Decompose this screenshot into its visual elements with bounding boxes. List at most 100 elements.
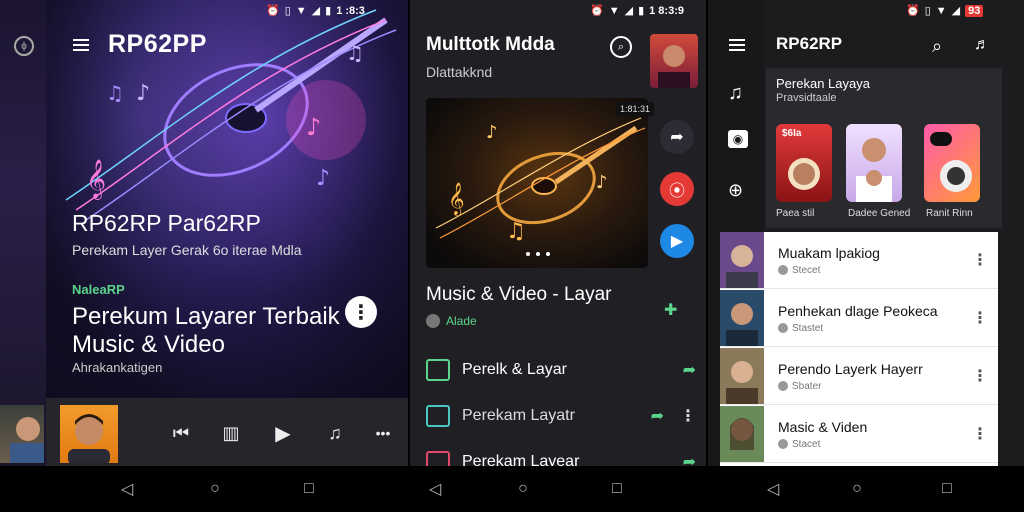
app-title: RP62PP — [108, 30, 207, 58]
page-subtitle: Dlattakknd — [426, 64, 493, 80]
app-title: RP62RP — [776, 34, 843, 53]
svg-text:♫: ♫ — [346, 41, 364, 65]
list-item-label: Perekam Layear — [462, 453, 580, 466]
status-time: 1 8:3:9 — [649, 4, 684, 17]
menu-icon[interactable] — [72, 38, 90, 52]
tile-badge: $6Ia — [782, 128, 802, 139]
status-bar: ⏰ ▼ ◢ ▮ 1 8:3:9 — [590, 4, 684, 18]
more-vertical-icon[interactable]: ⋮ — [680, 406, 696, 426]
signal-icon: ◢ — [311, 5, 321, 17]
back-icon[interactable]: ◁ — [116, 478, 138, 500]
item-subtitle: Stecet — [792, 264, 821, 276]
image-icon — [426, 451, 450, 466]
list-item-label: Perelk & Layar — [462, 361, 567, 378]
battery-icon: ▮ — [325, 5, 332, 17]
search-icon[interactable]: ⌕ — [610, 36, 632, 58]
playlist-icon[interactable]: ♬ — [974, 36, 990, 54]
playlist-tile[interactable]: $6Ia — [776, 124, 832, 202]
wifi-icon: ▼ — [608, 4, 620, 17]
list-item-label: Perekam Layatr — [462, 407, 575, 424]
list-item[interactable]: Perekam Layear ➦ — [426, 448, 696, 466]
more-horizontal-icon[interactable]: ••• — [368, 418, 398, 448]
side-strip: ϕ — [0, 0, 46, 466]
recents-icon[interactable]: □ — [936, 478, 958, 500]
alarm-icon: ⏰ — [266, 5, 280, 17]
item-title: Perendo Layerk Hayerr — [778, 360, 923, 377]
channel-chip[interactable]: Alade — [426, 314, 477, 328]
image-icon — [426, 359, 450, 381]
channel-avatar — [426, 314, 440, 328]
more-vertical-icon[interactable]: ⋮ — [972, 366, 988, 386]
side-thumbnail[interactable] — [0, 405, 46, 465]
category-tag: NaleaRP — [72, 282, 125, 297]
share-icon[interactable]: ➦ — [683, 360, 696, 380]
list-item[interactable]: Perekam Layatr ➦ ⋮ — [426, 402, 696, 430]
headline: Perekum Layarer Terbaik Music & Video — [72, 303, 340, 358]
avatar — [720, 406, 764, 462]
item-title: Muakam lpakiog — [778, 244, 880, 261]
queue-icon[interactable]: ▥ — [216, 418, 246, 448]
card-title: Perekan Layaya — [776, 76, 870, 91]
page-title: Multtotk Mdda — [426, 34, 555, 55]
playlist-tile[interactable] — [924, 124, 980, 202]
back-icon[interactable]: ◁ — [762, 478, 784, 500]
list-item[interactable]: Penhekan dlage Peokeca Stastet ⋮ — [720, 290, 998, 347]
recents-icon[interactable]: □ — [298, 478, 320, 500]
channel-icon — [778, 381, 788, 391]
menu-icon[interactable] — [728, 38, 746, 52]
item-title: Masic & Viden — [778, 418, 868, 435]
search-icon[interactable]: ⌕ — [932, 36, 942, 57]
image-icon — [426, 405, 450, 427]
list-item[interactable]: Muakam lpakiog Stecet ⋮ — [720, 232, 998, 289]
card-subtitle: Pravsidtaale — [776, 92, 837, 104]
section-title: Music & Video - Layar — [426, 284, 612, 305]
channel-icon — [778, 265, 788, 275]
channel-icon — [778, 323, 788, 333]
home-icon[interactable]: ○ — [512, 478, 534, 500]
signal-icon: ◢ — [624, 5, 634, 17]
battery-icon: ▮ — [638, 5, 645, 17]
home-icon[interactable]: ○ — [846, 478, 868, 500]
share-icon[interactable]: ➦ — [651, 406, 664, 426]
music-note-icon[interactable]: ♫ — [728, 82, 743, 105]
recents-icon[interactable]: □ — [606, 478, 628, 500]
play-icon[interactable]: ▶ — [268, 418, 298, 448]
previous-icon[interactable]: ⏮ — [166, 418, 196, 448]
camera-icon[interactable]: ◉ — [728, 130, 748, 148]
svg-text:♫: ♫ — [506, 219, 526, 244]
hero-subtitle: Perekam Layer Gerak 6o iterae Mdla — [72, 242, 302, 258]
avatar[interactable] — [650, 34, 698, 88]
back-icon[interactable]: ◁ — [424, 478, 446, 500]
playlist-tile[interactable] — [846, 124, 902, 202]
alarm-icon: ⏰ — [906, 5, 920, 17]
play-icon[interactable]: ▶ — [660, 224, 694, 258]
status-bar: ⏰ ▯ ▼ ◢ 93 — [906, 4, 984, 17]
caption: Ahrakankatigen — [72, 360, 163, 375]
wifi-icon: ▼ — [295, 4, 307, 17]
list-item[interactable]: Perendo Layerk Hayerr Sbater ⋮ — [720, 348, 998, 405]
list-item[interactable]: Perelk & Layar ➦ — [426, 356, 696, 384]
vibrate-icon: ▯ — [924, 5, 931, 17]
playlist-icon[interactable]: ♫ — [320, 418, 350, 448]
globe-icon[interactable]: ⊕ — [728, 180, 743, 201]
add-icon[interactable]: ✚ — [664, 300, 677, 320]
share-icon[interactable]: ➦ — [683, 452, 696, 466]
more-vertical-icon[interactable]: ⋮ — [972, 250, 988, 270]
svg-text:♪: ♪ — [596, 172, 608, 193]
share-icon[interactable]: ➦ — [660, 120, 694, 154]
record-icon[interactable]: ⦿ — [660, 172, 694, 206]
status-time: 1 :8:3 — [336, 4, 365, 17]
svg-text:𝄞: 𝄞 — [448, 182, 465, 216]
item-subtitle: Stastet — [792, 322, 824, 334]
svg-text:♫: ♫ — [106, 81, 124, 105]
channel-name: Alade — [446, 314, 477, 328]
list-item[interactable]: Masic & Viden Stacet ⋮ — [720, 406, 998, 463]
channel-icon — [778, 439, 788, 449]
home-icon[interactable]: ○ — [204, 478, 226, 500]
track-thumbnail[interactable] — [60, 405, 118, 463]
more-vertical-icon[interactable]: ⋮ — [345, 296, 377, 328]
more-vertical-icon[interactable]: ⋮ — [972, 308, 988, 328]
svg-text:♪: ♪ — [486, 122, 498, 143]
more-vertical-icon[interactable]: ⋮ — [972, 424, 988, 444]
featured-artwork[interactable]: 𝄞 ♪ ♫ ♪ — [426, 98, 648, 268]
